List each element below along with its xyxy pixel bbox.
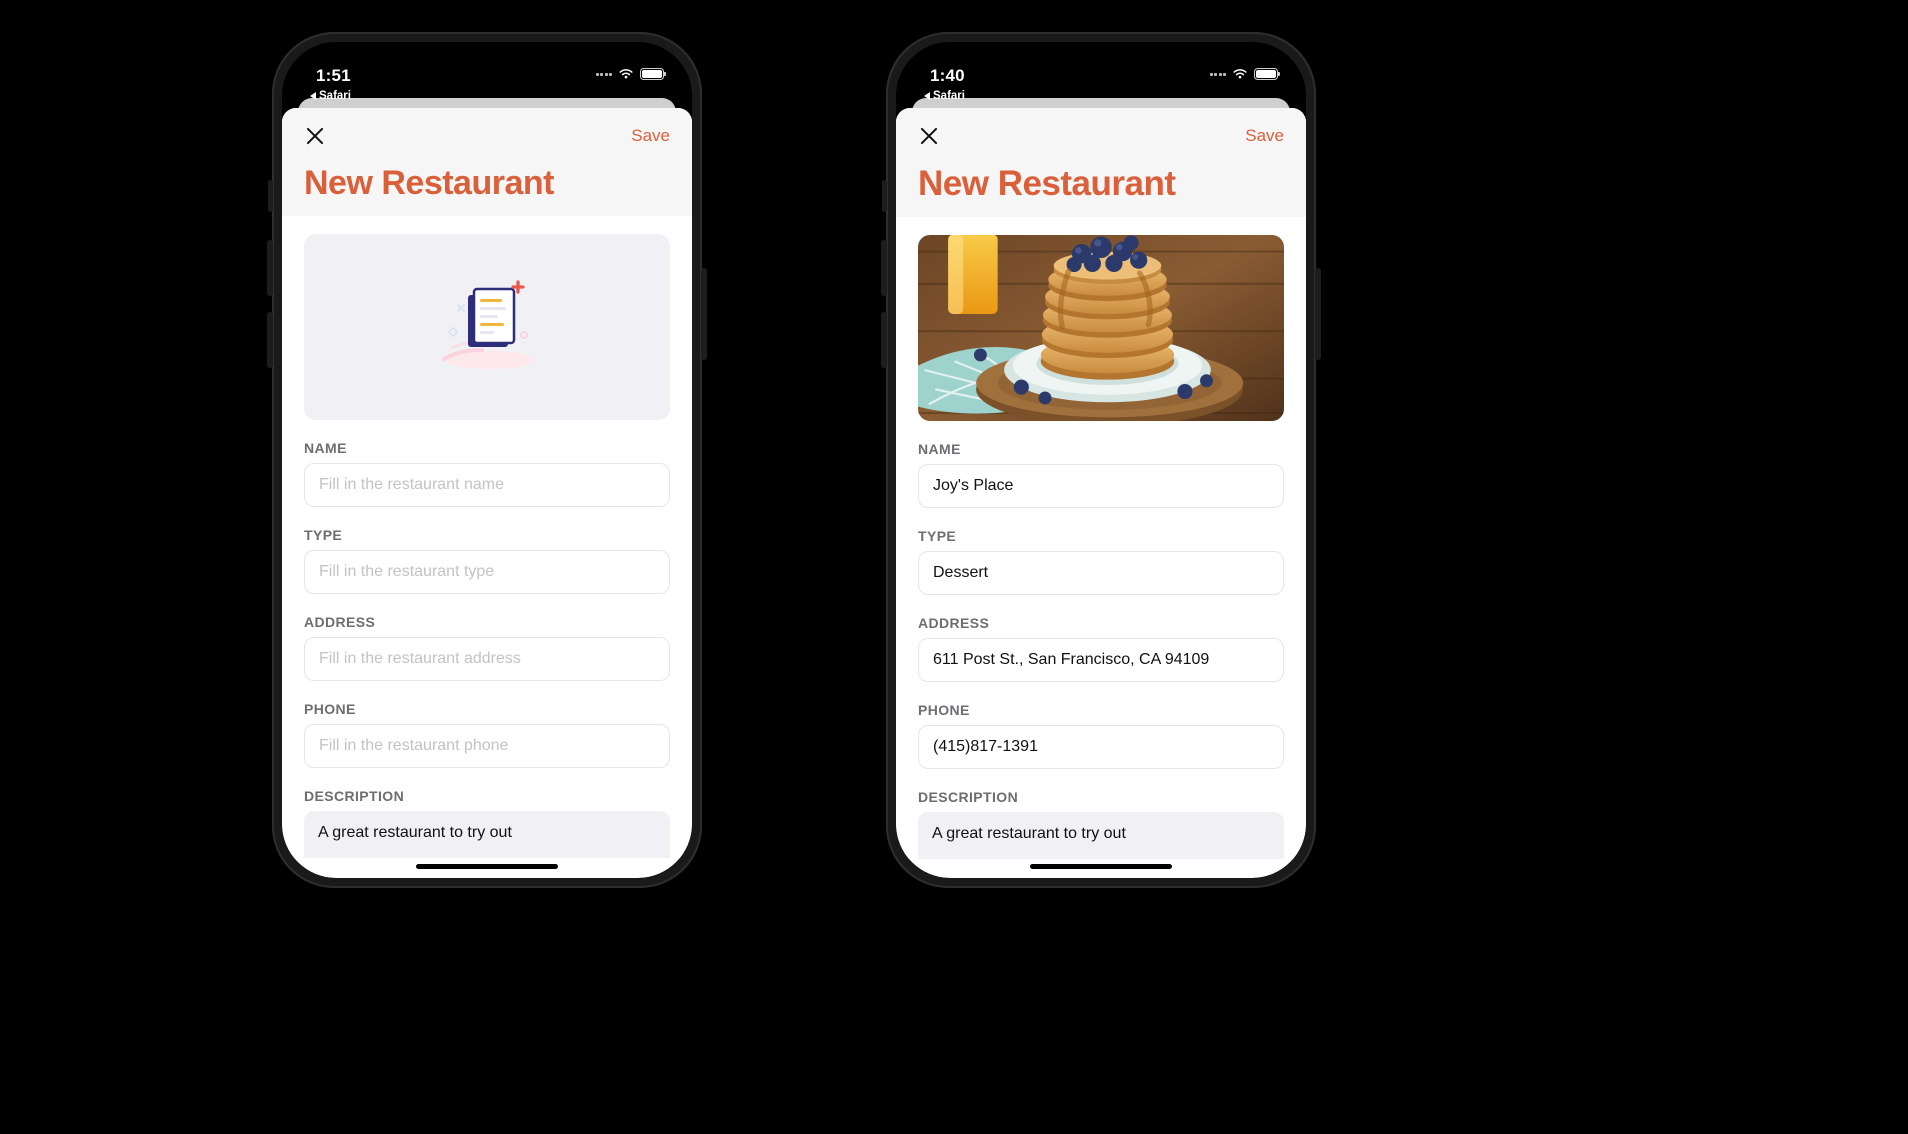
description-field[interactable] bbox=[918, 812, 1284, 860]
home-indicator[interactable] bbox=[1030, 864, 1172, 869]
back-app-label: Safari bbox=[933, 90, 965, 102]
phone-device-left: 1:51 Safari Save New Restaurant NAME Fil… bbox=[267, 32, 707, 888]
photo-picker[interactable] bbox=[918, 235, 1284, 422]
close-icon[interactable] bbox=[918, 125, 940, 147]
stack-of-pancakes-with-blueberries-photo bbox=[918, 235, 1284, 422]
field-label-phone: PHONE bbox=[304, 701, 356, 718]
volume-down-button[interactable] bbox=[267, 312, 273, 368]
field-label-name: NAME bbox=[918, 441, 961, 458]
new-restaurant-sheet: Save New Restaurant bbox=[896, 108, 1306, 878]
name-field[interactable] bbox=[918, 464, 1284, 509]
phone-screen-left: 1:51 Safari Save New Restaurant NAME Fil… bbox=[282, 42, 692, 878]
volume-up-button[interactable] bbox=[881, 240, 887, 296]
wifi-icon bbox=[618, 68, 634, 80]
phone-bezel-right: 1:40 Safari Save New Restaurant NAME Joy… bbox=[896, 42, 1306, 878]
power-button[interactable] bbox=[701, 268, 707, 360]
signal-dots-icon bbox=[595, 72, 612, 76]
address-field[interactable] bbox=[304, 637, 670, 682]
mute-switch[interactable] bbox=[882, 180, 887, 212]
field-label-name: NAME bbox=[304, 440, 347, 457]
address-field[interactable] bbox=[918, 638, 1284, 683]
wifi-icon bbox=[1232, 68, 1248, 80]
name-field[interactable] bbox=[304, 463, 670, 508]
type-field[interactable] bbox=[918, 551, 1284, 596]
sheet-toolbar: Save bbox=[282, 108, 692, 164]
phone-bezel-left: 1:51 Safari Save New Restaurant NAME Fil… bbox=[282, 42, 692, 878]
status-time: 1:51 bbox=[316, 66, 351, 85]
field-label-description: DESCRIPTION bbox=[304, 788, 405, 805]
phone-field[interactable] bbox=[304, 724, 670, 769]
phone-screen-right: 1:40 Safari Save New Restaurant NAME Joy… bbox=[896, 42, 1306, 878]
phone-device-right: 1:40 Safari Save New Restaurant NAME Joy… bbox=[881, 32, 1321, 888]
battery-icon bbox=[1254, 68, 1281, 80]
sheet-header: Save New Restaurant bbox=[896, 108, 1306, 218]
field-label-type: TYPE bbox=[304, 527, 343, 544]
sheet-header: Save New Restaurant bbox=[282, 108, 692, 217]
status-time: 1:40 bbox=[930, 66, 965, 85]
power-button[interactable] bbox=[1315, 268, 1321, 360]
battery-icon bbox=[640, 68, 667, 80]
notch bbox=[387, 42, 587, 72]
image-placeholder-illustration bbox=[442, 280, 535, 370]
back-app-label: Safari bbox=[319, 90, 351, 102]
page-title: New Restaurant bbox=[918, 164, 1176, 203]
field-label-description: DESCRIPTION bbox=[918, 789, 1019, 806]
new-restaurant-sheet: Save New Restaurant bbox=[282, 108, 692, 878]
close-icon[interactable] bbox=[304, 125, 326, 147]
back-triangle-icon bbox=[924, 92, 930, 100]
save-button[interactable]: Save bbox=[1245, 126, 1284, 146]
description-field[interactable] bbox=[304, 811, 670, 859]
save-button[interactable]: Save bbox=[631, 126, 670, 146]
field-label-address: ADDRESS bbox=[304, 614, 376, 631]
status-indicators bbox=[1209, 68, 1281, 80]
field-label-address: ADDRESS bbox=[918, 615, 990, 632]
back-to-app-link[interactable]: Safari bbox=[924, 90, 965, 102]
back-triangle-icon bbox=[310, 92, 316, 100]
screenshot-stage: 1:51 Safari Save New Restaurant NAME Fil… bbox=[0, 0, 1908, 1134]
signal-dots-icon bbox=[1209, 72, 1226, 76]
type-field[interactable] bbox=[304, 550, 670, 595]
restaurant-form: NAME TYPE ADDRESS PHONE DESCRIPTION bbox=[896, 217, 1306, 860]
photo-picker[interactable] bbox=[304, 234, 670, 421]
sheet-toolbar: Save bbox=[896, 108, 1306, 164]
phone-field[interactable] bbox=[918, 725, 1284, 770]
home-indicator[interactable] bbox=[416, 864, 558, 869]
restaurant-form: NAME TYPE ADDRESS PHONE DESCRIPTION bbox=[282, 216, 692, 859]
field-label-type: TYPE bbox=[918, 528, 957, 545]
notch bbox=[1001, 42, 1201, 72]
page-title: New Restaurant bbox=[304, 164, 554, 202]
volume-up-button[interactable] bbox=[267, 240, 273, 296]
back-to-app-link[interactable]: Safari bbox=[310, 90, 351, 102]
status-indicators bbox=[595, 68, 667, 80]
field-label-phone: PHONE bbox=[918, 702, 970, 719]
mute-switch[interactable] bbox=[268, 180, 273, 212]
volume-down-button[interactable] bbox=[881, 312, 887, 368]
